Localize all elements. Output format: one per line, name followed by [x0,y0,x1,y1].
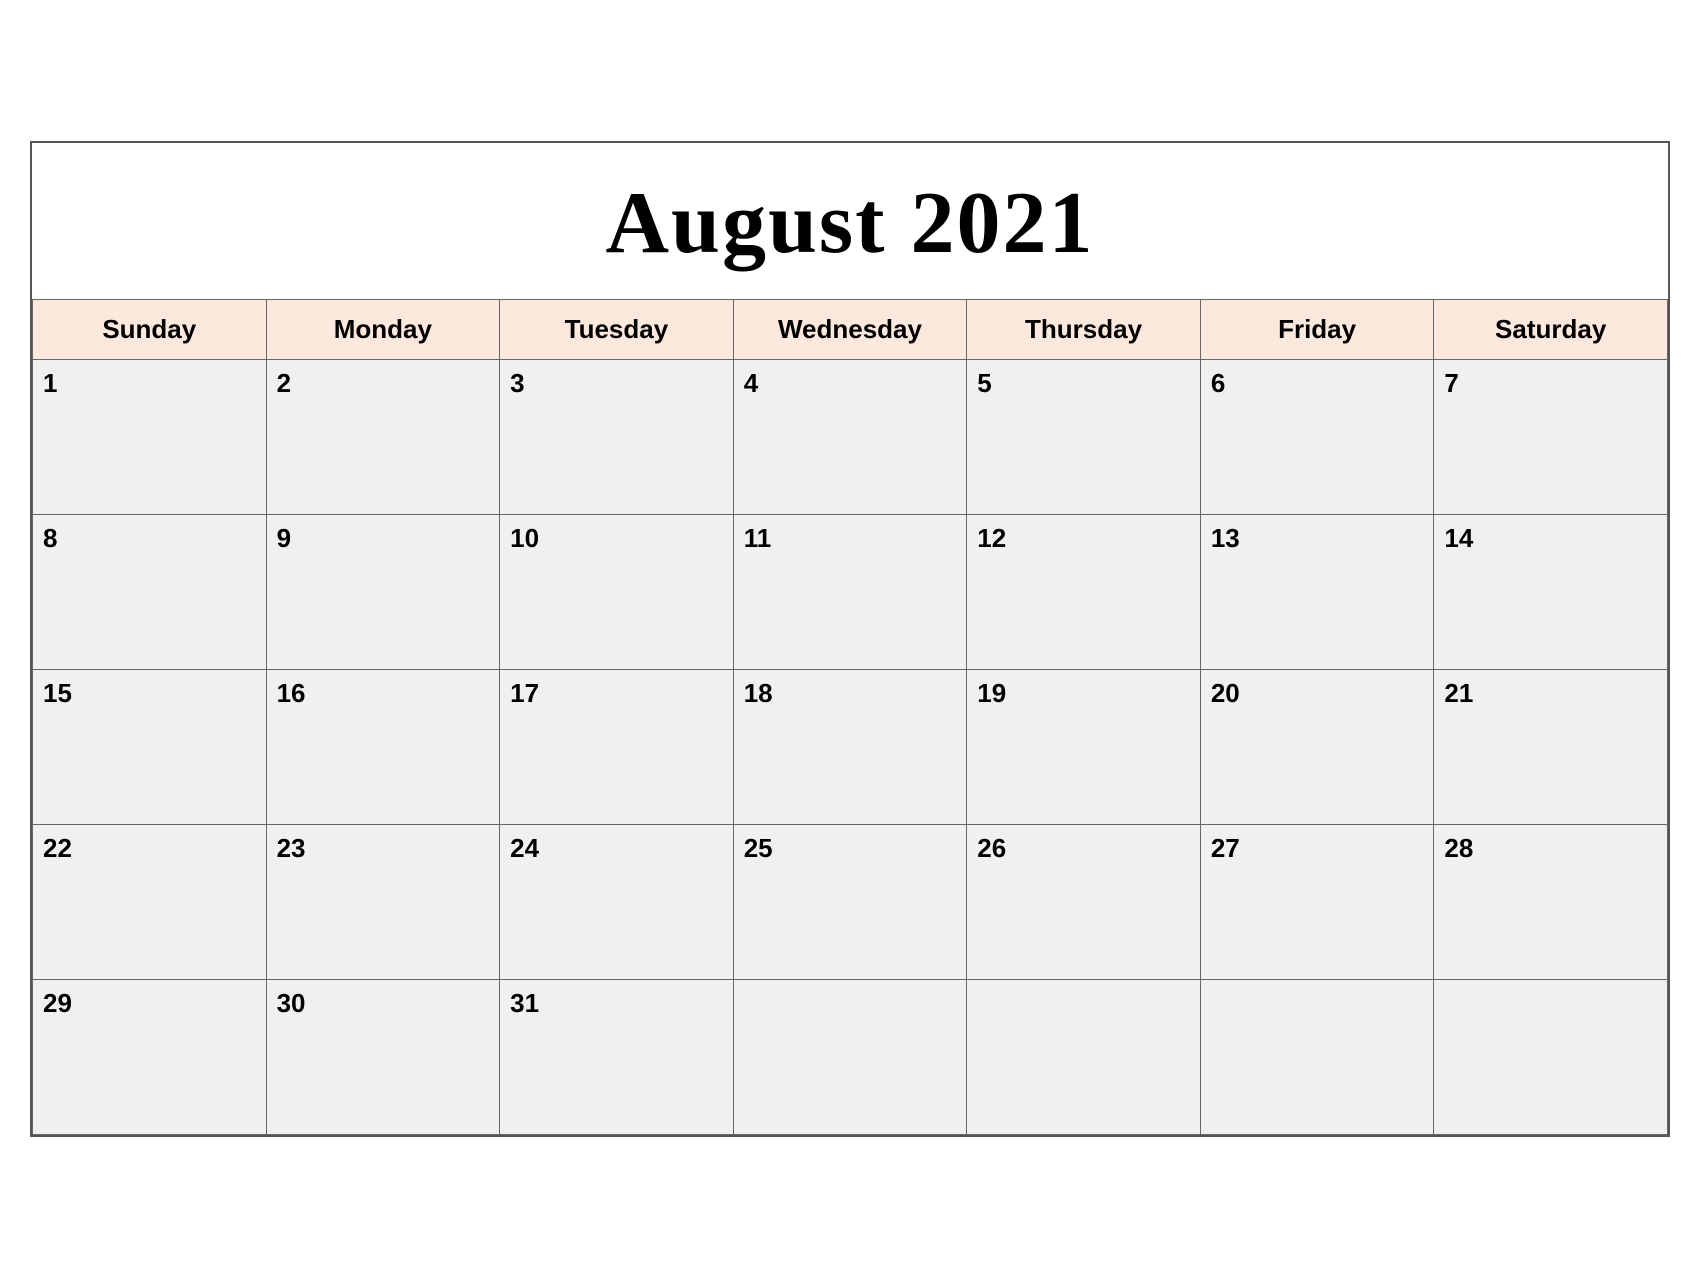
header-wednesday: Wednesday [733,300,967,360]
calendar-day-empty-4-4[interactable] [967,980,1201,1135]
calendar-day-29[interactable]: 29 [33,980,267,1135]
header-friday: Friday [1200,300,1434,360]
calendar-day-21[interactable]: 21 [1434,670,1668,825]
calendar-day-8[interactable]: 8 [33,515,267,670]
calendar-day-18[interactable]: 18 [733,670,967,825]
header-row: Sunday Monday Tuesday Wednesday Thursday… [33,300,1668,360]
calendar-day-28[interactable]: 28 [1434,825,1668,980]
week-row-3: 15161718192021 [33,670,1668,825]
calendar-day-20[interactable]: 20 [1200,670,1434,825]
week-row-5: 293031 [33,980,1668,1135]
calendar-day-empty-4-6[interactable] [1434,980,1668,1135]
calendar-day-17[interactable]: 17 [500,670,734,825]
calendar-day-31[interactable]: 31 [500,980,734,1135]
calendar-day-23[interactable]: 23 [266,825,500,980]
week-row-2: 891011121314 [33,515,1668,670]
header-sunday: Sunday [33,300,267,360]
calendar-day-22[interactable]: 22 [33,825,267,980]
calendar-body: 1234567891011121314151617181920212223242… [33,360,1668,1135]
calendar-day-2[interactable]: 2 [266,360,500,515]
header-monday: Monday [266,300,500,360]
calendar-day-1[interactable]: 1 [33,360,267,515]
calendar-day-empty-4-3[interactable] [733,980,967,1135]
calendar-day-15[interactable]: 15 [33,670,267,825]
calendar-day-14[interactable]: 14 [1434,515,1668,670]
calendar-day-24[interactable]: 24 [500,825,734,980]
calendar-day-7[interactable]: 7 [1434,360,1668,515]
calendar-day-16[interactable]: 16 [266,670,500,825]
calendar-day-12[interactable]: 12 [967,515,1201,670]
calendar-day-10[interactable]: 10 [500,515,734,670]
calendar-day-9[interactable]: 9 [266,515,500,670]
calendar-day-5[interactable]: 5 [967,360,1201,515]
calendar-day-11[interactable]: 11 [733,515,967,670]
calendar-container: August 2021 Sunday Monday Tuesday Wednes… [30,141,1670,1137]
calendar-day-13[interactable]: 13 [1200,515,1434,670]
calendar-day-27[interactable]: 27 [1200,825,1434,980]
calendar-day-empty-4-5[interactable] [1200,980,1434,1135]
calendar-day-30[interactable]: 30 [266,980,500,1135]
calendar-day-19[interactable]: 19 [967,670,1201,825]
calendar-day-4[interactable]: 4 [733,360,967,515]
calendar-grid: Sunday Monday Tuesday Wednesday Thursday… [32,299,1668,1135]
calendar-day-3[interactable]: 3 [500,360,734,515]
header-thursday: Thursday [967,300,1201,360]
calendar-day-6[interactable]: 6 [1200,360,1434,515]
calendar-day-25[interactable]: 25 [733,825,967,980]
calendar-title: August 2021 [32,143,1668,299]
header-tuesday: Tuesday [500,300,734,360]
calendar-day-26[interactable]: 26 [967,825,1201,980]
week-row-1: 1234567 [33,360,1668,515]
header-saturday: Saturday [1434,300,1668,360]
week-row-4: 22232425262728 [33,825,1668,980]
